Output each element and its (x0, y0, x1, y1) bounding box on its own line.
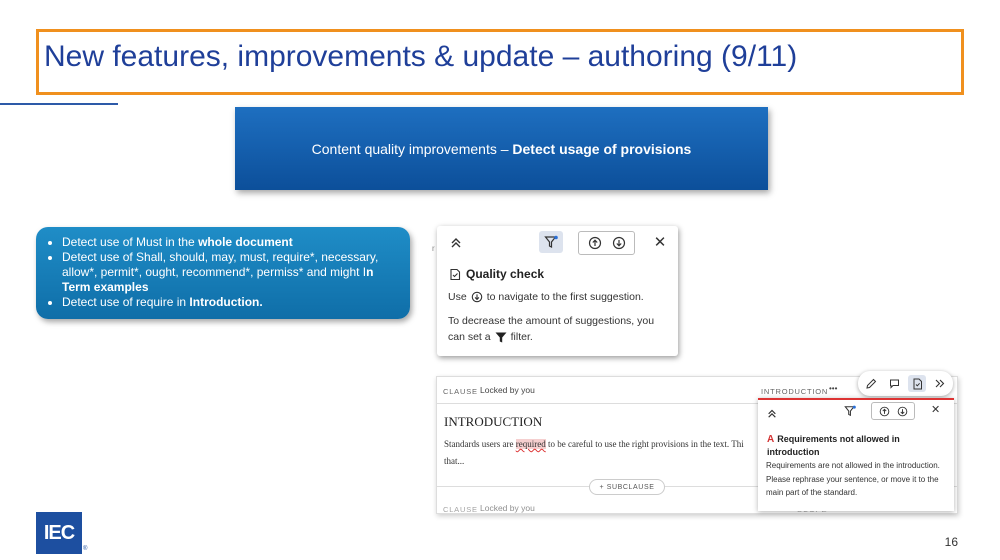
margin-mark: r (432, 244, 435, 253)
add-subclause-button[interactable]: + SUBCLAUSE (589, 479, 665, 495)
feature-banner: Content quality improvements – Detect us… (235, 107, 768, 190)
bullet-item: Detect use of require in Introduction. (62, 295, 398, 310)
suggestion-title: A Requirements not allowed in introductio… (767, 434, 900, 457)
comment-icon[interactable] (885, 375, 903, 392)
quality-check-tool-icon[interactable] (908, 375, 926, 392)
next-arrow-inline-icon (471, 291, 482, 303)
section-label: INTRODUCTION (761, 387, 829, 396)
slide-title: New features, improvements & update – au… (44, 40, 798, 73)
navigation-group (578, 231, 635, 255)
bullet-item: Detect use of Shall, should, may, must, … (62, 250, 398, 295)
section-heading[interactable]: INTRODUCTION (444, 414, 542, 430)
expand-panel-icon[interactable] (930, 375, 948, 392)
collapse-icon[interactable] (767, 405, 777, 423)
next-suggestion-icon[interactable] (897, 406, 908, 417)
clause-label: CLAUSE (443, 387, 478, 396)
edit-icon[interactable] (862, 375, 880, 392)
previous-suggestion-icon[interactable] (588, 236, 602, 250)
quality-check-line2: To decrease the amount of suggestions, y… (448, 315, 655, 327)
editor-paragraph-continued: that... (444, 456, 465, 466)
title-rule (0, 103, 118, 105)
navigation-group (871, 402, 915, 420)
filter-icon (544, 235, 558, 248)
banner-bold: Detect usage of provisions (512, 140, 692, 157)
previous-suggestion-icon[interactable] (879, 406, 890, 417)
flagged-word[interactable]: required (515, 439, 546, 449)
more-menu-button[interactable]: ••• (829, 384, 837, 393)
side-tools (858, 371, 953, 396)
suggestion-body: Requirements are not allowed in the intr… (766, 461, 940, 497)
filter-inline-icon (495, 332, 507, 342)
bullet-item: Detect use of Must in the whole document (62, 235, 398, 250)
editor-paragraph[interactable]: Standards users are required to be caref… (444, 439, 744, 449)
footer-locked-status: Locked by you (480, 503, 535, 513)
quality-check-icon (450, 268, 461, 280)
locked-status: Locked by you (480, 385, 535, 395)
close-icon[interactable]: ✕ (649, 231, 671, 253)
filter-icon[interactable] (844, 404, 856, 422)
quality-check-line1: Use to navigate to the first suggestion. (448, 291, 644, 303)
footer-clause-label: CLAUSE (443, 505, 478, 514)
warning-icon: A (767, 434, 775, 445)
banner-prefix: Content quality improvements – (311, 140, 509, 157)
suggestion-panel: ✕ A Requirements not allowed in introduct… (758, 398, 954, 511)
collapse-icon[interactable] (445, 231, 467, 253)
quality-check-panel: ✕ Quality check Use to navigate to the f… (437, 226, 678, 356)
iec-logo: IEC (36, 512, 82, 554)
filter-button[interactable] (539, 231, 563, 253)
quality-check-line3: can set a filter. (448, 331, 533, 343)
registered-mark: ® (83, 546, 88, 552)
next-suggestion-icon[interactable] (612, 236, 626, 250)
close-icon[interactable]: ✕ (931, 403, 940, 416)
page-number: 16 (944, 535, 958, 549)
quality-check-title: Quality check (449, 267, 544, 281)
bullet-box: Detect use of Must in the whole document… (36, 227, 410, 319)
